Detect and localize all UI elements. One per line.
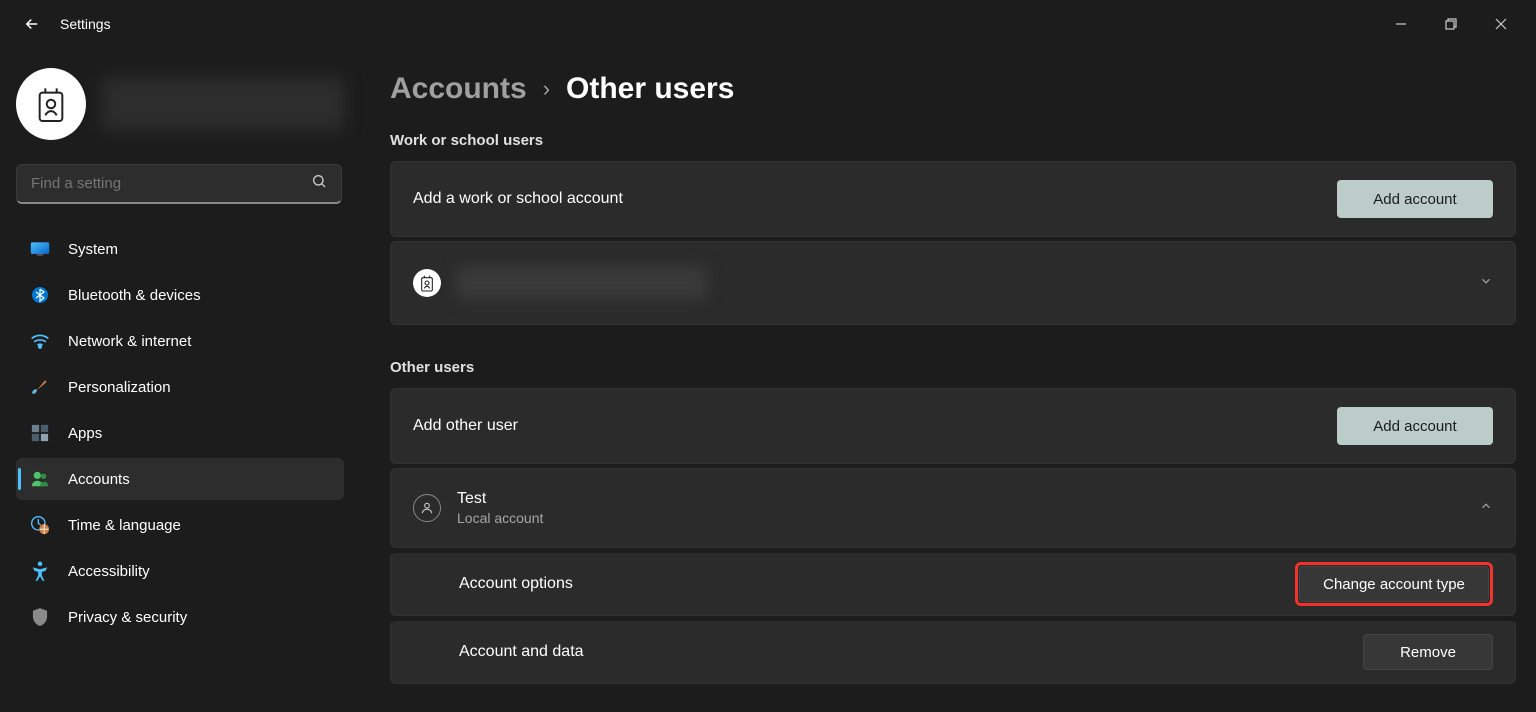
section-work-school: Work or school users Add a work or schoo… [390, 132, 1516, 325]
nav-personalization[interactable]: Personalization [16, 366, 344, 408]
maximize-button[interactable] [1428, 8, 1474, 40]
user-name: Test [457, 490, 1463, 508]
nav-time-language[interactable]: Time & language [16, 504, 344, 546]
nav-bluetooth[interactable]: Bluetooth & devices [16, 274, 344, 316]
app-title: Settings [60, 16, 111, 32]
work-account-row[interactable] [390, 241, 1516, 325]
other-user-row[interactable]: Test Local account [390, 468, 1516, 548]
back-button[interactable] [12, 4, 52, 44]
person-icon [413, 494, 441, 522]
avatar [16, 68, 86, 140]
brush-icon [30, 377, 50, 397]
add-other-user-row: Add other user Add account [390, 388, 1516, 464]
nav-list: System Bluetooth & devices Network & int… [16, 228, 344, 638]
breadcrumb-current: Other users [566, 72, 734, 106]
profile-block[interactable] [16, 68, 344, 140]
bluetooth-icon [30, 285, 50, 305]
row-label: Add other user [413, 417, 1321, 435]
clock-globe-icon [30, 515, 50, 535]
close-button[interactable] [1478, 8, 1524, 40]
section-title: Other users [390, 359, 1516, 376]
chevron-up-icon[interactable] [1479, 499, 1493, 518]
breadcrumb-parent[interactable]: Accounts [390, 72, 527, 106]
add-work-account-button[interactable]: Add account [1337, 180, 1493, 218]
sidebar: System Bluetooth & devices Network & int… [0, 48, 360, 712]
accessibility-icon [30, 561, 50, 581]
minimize-button[interactable] [1378, 8, 1424, 40]
row-label: Account options [459, 575, 1279, 593]
nav-privacy[interactable]: Privacy & security [16, 596, 344, 638]
nav-label: Accounts [68, 471, 130, 488]
accounts-icon [30, 469, 50, 489]
row-label: Account and data [459, 643, 1347, 661]
remove-account-button[interactable]: Remove [1363, 634, 1493, 670]
row-label: Add a work or school account [413, 190, 1321, 208]
nav-label: System [68, 241, 118, 258]
shield-icon [30, 607, 50, 627]
breadcrumb: Accounts › Other users [390, 72, 1516, 106]
wifi-icon [30, 331, 50, 351]
nav-apps[interactable]: Apps [16, 412, 344, 454]
nav-label: Accessibility [68, 563, 150, 580]
nav-network[interactable]: Network & internet [16, 320, 344, 362]
nav-label: Apps [68, 425, 102, 442]
highlight-annotation: Change account type [1295, 562, 1493, 606]
search-icon [311, 173, 327, 194]
system-icon [30, 239, 50, 259]
nav-label: Privacy & security [68, 609, 187, 626]
nav-label: Personalization [68, 379, 171, 396]
nav-label: Network & internet [68, 333, 191, 350]
account-data-row: Account and data Remove [390, 620, 1516, 684]
apps-icon [30, 423, 50, 443]
section-title: Work or school users [390, 132, 1516, 149]
badge-icon [413, 269, 441, 297]
search-input[interactable] [31, 175, 311, 192]
chevron-down-icon[interactable] [1479, 274, 1493, 293]
section-other-users: Other users Add other user Add account T… [390, 359, 1516, 684]
nav-accounts[interactable]: Accounts [16, 458, 344, 500]
nav-system[interactable]: System [16, 228, 344, 270]
account-options-row: Account options Change account type [390, 552, 1516, 616]
change-account-type-button[interactable]: Change account type [1299, 566, 1489, 602]
nav-accessibility[interactable]: Accessibility [16, 550, 344, 592]
nav-label: Time & language [68, 517, 181, 534]
user-subtitle: Local account [457, 510, 1463, 526]
search-box[interactable] [16, 164, 342, 204]
add-work-account-row: Add a work or school account Add account [390, 161, 1516, 237]
work-account-name-redacted [457, 266, 707, 300]
main-content: Accounts › Other users Work or school us… [360, 48, 1536, 712]
profile-name-redacted [102, 77, 344, 131]
nav-label: Bluetooth & devices [68, 287, 201, 304]
add-other-user-button[interactable]: Add account [1337, 407, 1493, 445]
chevron-right-icon: › [543, 76, 550, 102]
